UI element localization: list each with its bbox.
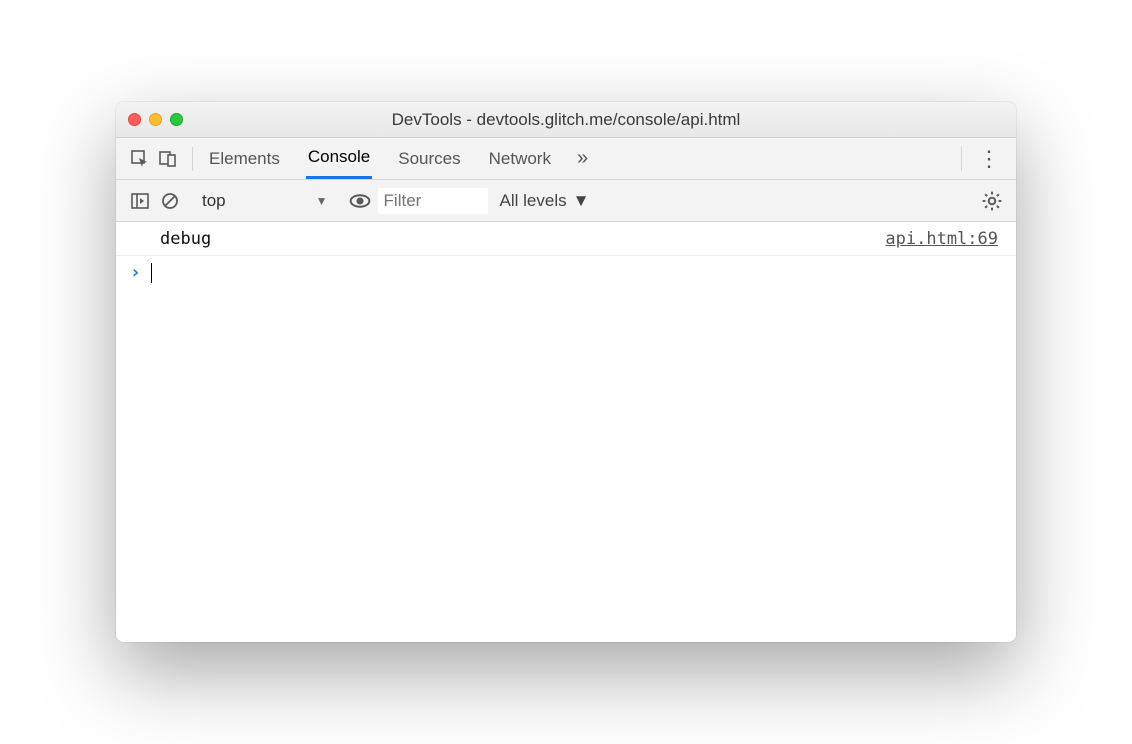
traffic-lights	[128, 113, 183, 126]
chevron-down-icon: ▼	[316, 194, 328, 208]
main-tabs: Elements Console Sources Network	[207, 138, 553, 179]
tabs-bar: Elements Console Sources Network » ⋮	[116, 138, 1016, 180]
minimize-window-button[interactable]	[149, 113, 162, 126]
devtools-window: DevTools - devtools.glitch.me/console/ap…	[116, 102, 1016, 642]
separator	[192, 147, 193, 171]
clear-console-icon[interactable]	[156, 187, 184, 215]
window-title: DevTools - devtools.glitch.me/console/ap…	[116, 110, 1016, 130]
devtools-menu-icon[interactable]: ⋮	[955, 146, 1006, 172]
console-output: debug api.html:69 ›	[116, 222, 1016, 642]
tab-network[interactable]: Network	[487, 140, 553, 178]
text-cursor	[151, 263, 152, 283]
live-expression-icon[interactable]	[346, 187, 374, 215]
more-tabs-icon[interactable]: »	[577, 147, 588, 170]
maximize-window-button[interactable]	[170, 113, 183, 126]
context-selector[interactable]: top ▼	[194, 187, 336, 215]
tab-console[interactable]: Console	[306, 138, 372, 179]
log-row: debug api.html:69	[116, 222, 1016, 256]
titlebar: DevTools - devtools.glitch.me/console/ap…	[116, 102, 1016, 138]
chevron-down-icon: ▼	[573, 191, 590, 211]
device-toolbar-icon[interactable]	[154, 145, 182, 173]
toggle-sidebar-icon[interactable]	[126, 187, 154, 215]
console-toolbar: top ▼ All levels ▼	[116, 180, 1016, 222]
levels-label: All levels	[500, 191, 567, 211]
console-prompt-row[interactable]: ›	[116, 256, 1016, 289]
close-window-button[interactable]	[128, 113, 141, 126]
tab-elements[interactable]: Elements	[207, 140, 282, 178]
console-settings-icon[interactable]	[978, 187, 1006, 215]
log-levels-selector[interactable]: All levels ▼	[500, 191, 590, 211]
log-source-link[interactable]: api.html:69	[885, 229, 998, 249]
log-message: debug	[160, 229, 211, 249]
context-label: top	[202, 191, 226, 211]
tab-sources[interactable]: Sources	[396, 140, 462, 178]
filter-input[interactable]	[378, 188, 488, 214]
inspect-element-icon[interactable]	[126, 145, 154, 173]
prompt-chevron-icon: ›	[130, 262, 141, 283]
